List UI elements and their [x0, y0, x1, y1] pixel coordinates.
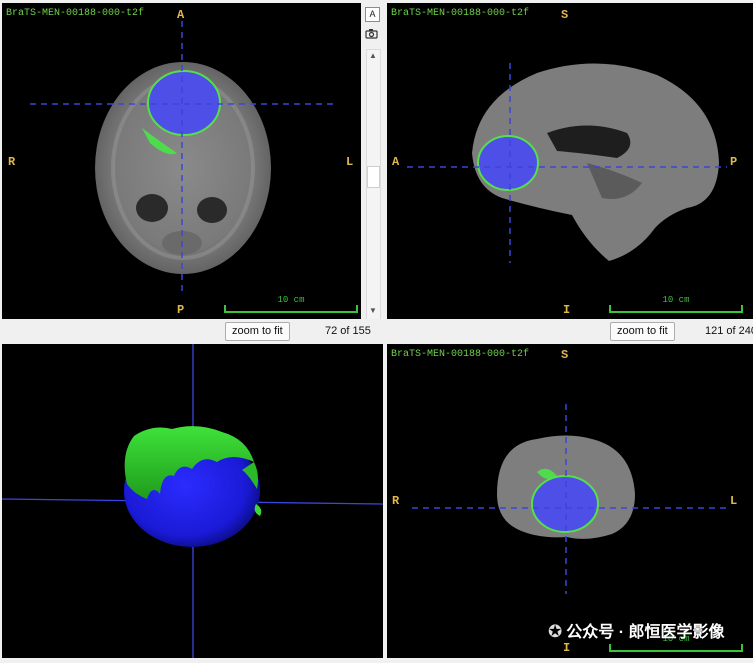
axial-view[interactable]: BraTS-MEN-00188-000-t2f A P R L 10 cm	[2, 3, 361, 319]
axial-orient-top: A	[177, 8, 185, 22]
watermark: ✪ 公众号 · 郎恒医学影像	[548, 618, 724, 642]
view-toolbar: A ▲ ▼	[363, 3, 383, 321]
annotation-toggle-button[interactable]: A	[365, 7, 380, 22]
wechat-icon: ✪	[548, 622, 563, 641]
axial-orient-right: L	[346, 155, 354, 169]
axial-orient-left: R	[8, 155, 16, 169]
axial-filename: BraTS-MEN-00188-000-t2f	[6, 8, 145, 19]
sagittal-scale-bar: 10 cm	[609, 295, 743, 313]
coronal-view[interactable]: BraTS-MEN-00188-000-t2f S I R L 10 cm	[387, 344, 753, 658]
volume-render[interactable]	[2, 344, 383, 658]
axial-slice-counter: 72 of 155	[325, 325, 371, 337]
coronal-orient-top: S	[561, 348, 569, 362]
slice-scrollbar[interactable]: ▲ ▼	[366, 49, 381, 321]
coronal-orient-right: L	[730, 494, 738, 508]
camera-icon[interactable]	[365, 27, 378, 40]
sagittal-orient-left: A	[392, 155, 400, 169]
sagittal-view[interactable]: BraTS-MEN-00188-000-t2f S I A P 10 cm	[387, 3, 753, 319]
sagittal-zoom-to-fit-button[interactable]: zoom to fit	[610, 322, 675, 341]
coronal-orient-left: R	[392, 494, 400, 508]
watermark-text: 公众号 · 郎恒医学影像	[566, 624, 725, 641]
sagittal-orient-bottom: I	[563, 303, 571, 317]
sagittal-slice-counter: 121 of 240	[705, 325, 753, 337]
render-3d-view[interactable]	[2, 344, 383, 658]
scroll-down-icon[interactable]: ▼	[369, 306, 377, 315]
scroll-up-icon[interactable]: ▲	[369, 51, 377, 60]
coronal-orient-bottom: I	[563, 641, 571, 655]
coronal-slice-image[interactable]	[387, 344, 753, 658]
sagittal-scale-label: 10 cm	[662, 295, 690, 305]
axial-zoom-to-fit-button[interactable]: zoom to fit	[225, 322, 290, 341]
axial-controls: zoom to fit 72 of 155	[0, 319, 385, 343]
sagittal-filename: BraTS-MEN-00188-000-t2f	[391, 8, 530, 19]
sagittal-controls: zoom to fit 121 of 240	[387, 319, 753, 343]
axial-orient-bottom: P	[177, 303, 185, 317]
axial-scale-bar: 10 cm	[224, 295, 358, 313]
axial-scale-label: 10 cm	[277, 295, 305, 305]
scrollbar-thumb[interactable]	[367, 166, 380, 188]
sagittal-orient-top: S	[561, 8, 569, 22]
sagittal-orient-right: P	[730, 155, 738, 169]
sagittal-slice-image[interactable]	[387, 3, 753, 319]
axial-slice-image[interactable]	[2, 3, 361, 319]
coronal-filename: BraTS-MEN-00188-000-t2f	[391, 349, 530, 360]
